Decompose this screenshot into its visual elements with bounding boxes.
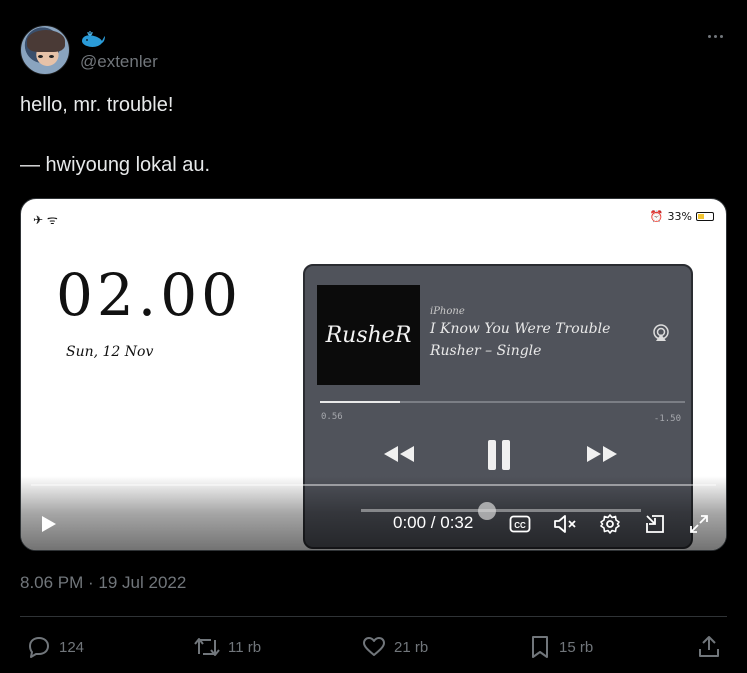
artist-name: Rusher – Single <box>430 343 542 359</box>
like-button[interactable]: 21 rb <box>361 634 428 660</box>
tweet-timestamp[interactable]: 8.06 PM · 19 Jul 2022 <box>20 573 186 593</box>
airplay-icon <box>653 324 669 341</box>
track-progress <box>320 401 685 403</box>
heart-icon <box>363 637 385 656</box>
play-button[interactable] <box>36 512 60 536</box>
fullscreen-button[interactable] <box>687 512 711 536</box>
pip-button[interactable] <box>643 512 667 536</box>
lockscreen-date: Sun, 12 Nov <box>66 344 154 360</box>
captions-label: CC <box>514 521 526 530</box>
video-scrubber[interactable] <box>31 484 716 486</box>
video-time: 0:00 / 0:32 <box>393 513 474 532</box>
bookmark-count: 15 rb <box>559 638 594 656</box>
device-name: iPhone <box>430 306 465 317</box>
pause-icon <box>485 438 513 472</box>
track-meta: iPhone I Know You Were Trouble Rusher – … <box>430 306 610 359</box>
avatar-hair <box>27 30 65 52</box>
reply-icon <box>29 637 49 658</box>
author-handle[interactable]: @extenler <box>80 52 158 72</box>
play-icon <box>42 516 56 532</box>
like-count: 21 rb <box>394 638 429 656</box>
avatar[interactable] <box>20 25 70 75</box>
retweet-count: 11 rb <box>228 638 262 656</box>
reply-count: 124 <box>59 638 85 656</box>
share-icon <box>699 636 719 657</box>
more-options-icon[interactable] <box>704 26 726 46</box>
expand-icon <box>690 515 708 533</box>
battery-icon <box>696 212 714 221</box>
album-cover: RusheR <box>317 285 420 385</box>
settings-button[interactable] <box>598 512 622 536</box>
fast-forward-icon <box>583 442 621 466</box>
divider <box>20 616 727 617</box>
status-bar-left: ✈ ᯤ <box>33 213 58 227</box>
bookmark-button[interactable]: 15 rb <box>528 634 593 660</box>
gear-icon <box>600 514 620 534</box>
share-button[interactable] <box>696 634 722 660</box>
elapsed-time: 0.56 <box>321 412 343 422</box>
muted-speaker-icon <box>554 515 576 533</box>
tweet-text-line-1: hello, mr. trouble! <box>20 94 174 116</box>
reply-button[interactable]: 124 <box>26 634 84 660</box>
picture-in-picture-icon <box>646 515 664 533</box>
captions-icon: CC <box>509 515 531 533</box>
status-bar-right: ⏰ 33% <box>650 210 714 223</box>
volume-knob[interactable] <box>478 502 496 520</box>
video-player[interactable]: ✈ ᯤ ⏰ 33% 02.00 Sun, 12 Nov RusheR iPhon… <box>20 198 727 551</box>
whale-icon <box>82 30 105 47</box>
mute-button[interactable] <box>553 512 577 536</box>
remaining-time: -1.50 <box>653 414 681 424</box>
rewind-icon <box>380 442 418 466</box>
tweet-text-line-2: — hwiyoung lokal au. <box>20 154 211 176</box>
alarm-icon: ⏰ <box>649 210 664 223</box>
song-title: I Know You Were Trouble <box>430 321 611 337</box>
avatar-eye <box>49 55 54 58</box>
retweet-icon <box>194 638 220 656</box>
lockscreen-clock: 02.00 <box>56 261 243 329</box>
retweet-button[interactable]: 11 rb <box>193 634 261 660</box>
bookmark-icon <box>532 636 548 658</box>
battery-percent: 33% <box>667 210 692 223</box>
captions-button[interactable]: CC <box>508 512 532 536</box>
avatar-eye <box>38 55 43 58</box>
